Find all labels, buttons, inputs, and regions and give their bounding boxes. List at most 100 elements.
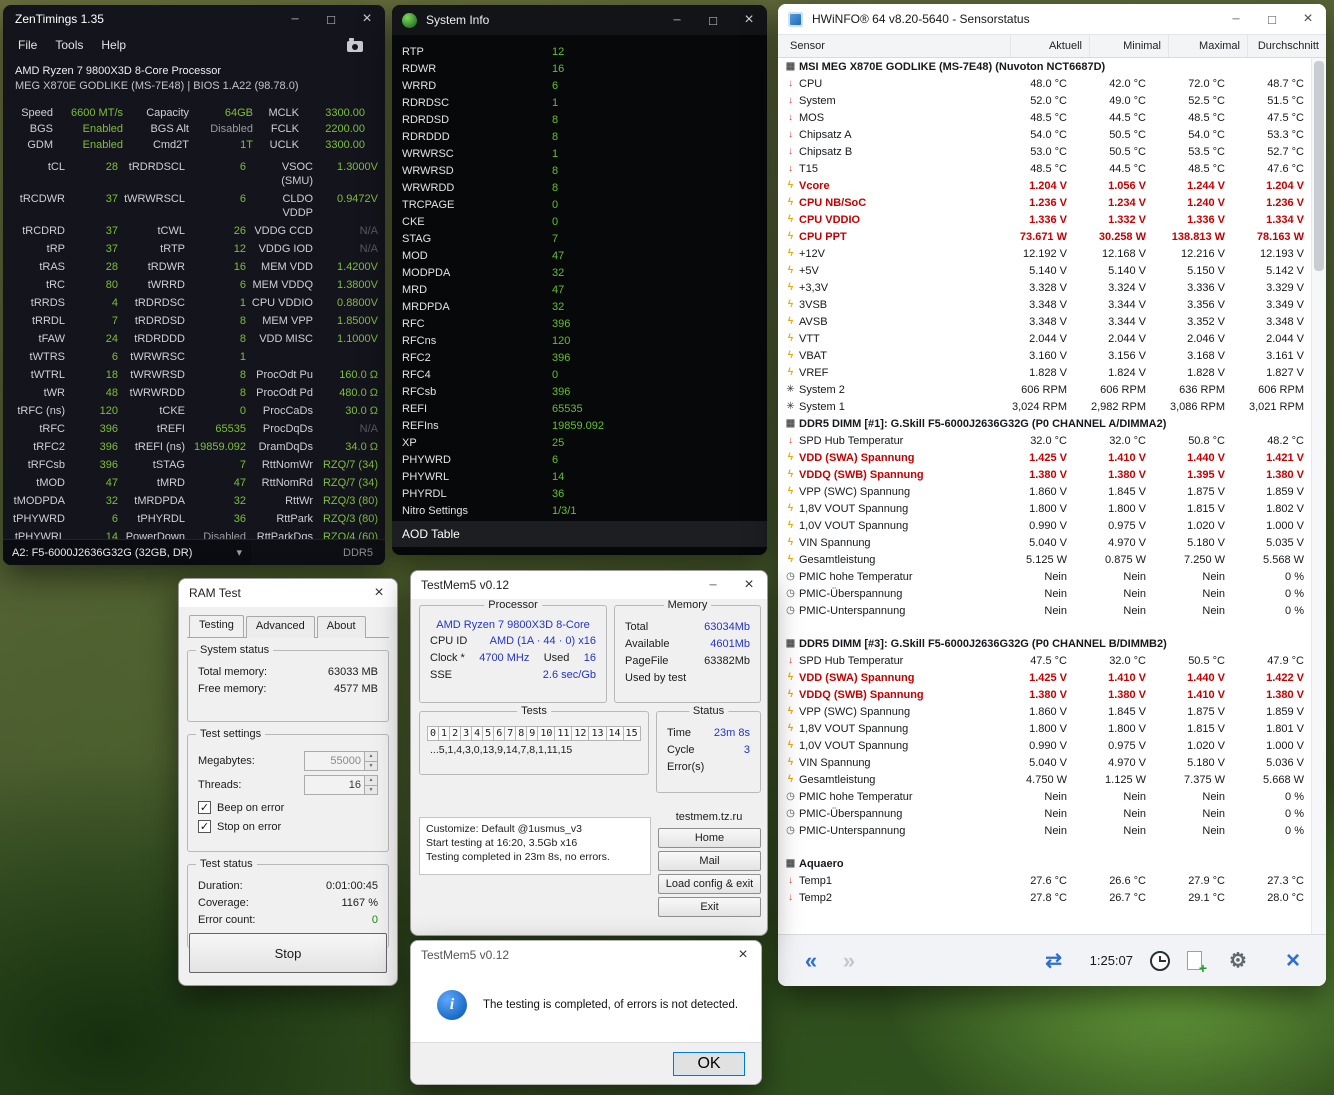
dimm-select[interactable]: A2: F5-6000J2636G32G (32GB, DR) [3,540,251,565]
sensor-row[interactable]: MOS 48.5 °C 44.5 °C 48.5 °C 47.5 °C [778,109,1311,126]
close-button[interactable] [349,5,385,33]
sensor-row[interactable]: Gesamtleistung 4.750 W 1.125 W 7.375 W 5… [778,771,1311,788]
sensor-row[interactable]: VREF 1.828 V 1.824 V 1.828 V 1.827 V [778,364,1311,381]
checkbox[interactable] [198,820,211,833]
sensor-row[interactable]: 1,0V VOUT Spannung 0.990 V 0.975 V 1.020… [778,517,1311,534]
sensor-row[interactable]: PMIC-Unterspannung Nein Nein Nein 0 % [778,822,1311,839]
sensor-row[interactable]: +12V 12.192 V 12.168 V 12.216 V 12.193 V [778,245,1311,262]
checkbox-row[interactable]: Stop on error [198,820,378,833]
sensor-row[interactable]: CPU VDDIO 1.336 V 1.332 V 1.336 V 1.334 … [778,211,1311,228]
close-sensors-icon[interactable] [1274,945,1312,977]
sensor-row[interactable]: PMIC-Überspannung Nein Nein Nein 0 % [778,805,1311,822]
column-sensor[interactable]: Sensor [778,40,1010,52]
sensor-row[interactable]: PMIC hohe Temperatur Nein Nein Nein 0 % [778,788,1311,805]
dialog-titlebar[interactable]: TestMem5 v0.12 [411,941,761,969]
stop-button[interactable]: Stop [189,933,387,973]
sensor-row[interactable]: PMIC hohe Temperatur Nein Nein Nein 0 % [778,568,1311,585]
menu-item[interactable]: Tools [46,36,92,54]
column-minimum[interactable]: Minimal [1089,35,1168,57]
aod-table-header[interactable]: AOD Table [392,521,767,547]
sensor-row[interactable]: Chipsatz A 54.0 °C 50.5 °C 54.0 °C 53.3 … [778,126,1311,143]
action-button[interactable]: Load config & exit [658,874,761,894]
sensor-column-header[interactable]: Sensor Aktuell Minimal Maximal Durchschn… [778,34,1326,58]
close-button[interactable] [725,941,761,969]
maximize-button[interactable] [313,5,349,33]
website-label[interactable]: testmem.tz.ru [656,811,762,823]
ramtest-titlebar[interactable]: RAM Test [179,579,397,607]
sensor-row[interactable]: T15 48.5 °C 44.5 °C 48.5 °C 47.6 °C [778,160,1311,177]
clock-icon[interactable] [1150,950,1170,971]
gear-icon[interactable] [1219,945,1257,977]
sync-icon[interactable] [1035,945,1073,977]
checkbox[interactable] [198,801,211,814]
sensor-section-header[interactable]: DDR5 DIMM [#3]: G.Skill F5-6000J2636G32G… [778,635,1311,652]
sensor-row[interactable]: +5V 5.140 V 5.140 V 5.150 V 5.142 V [778,262,1311,279]
sensor-row[interactable]: VDD (SWA) Spannung 1.425 V 1.410 V 1.440… [778,449,1311,466]
sensor-row[interactable]: Temp1 27.6 °C 26.6 °C 27.9 °C 27.3 °C [778,872,1311,889]
minimize-button[interactable] [1218,4,1254,34]
sensor-row[interactable]: Vcore 1.204 V 1.056 V 1.244 V 1.204 V [778,177,1311,194]
sensor-section-header[interactable]: DDR5 DIMM [#1]: G.Skill F5-6000J2636G32G… [778,415,1311,432]
minimize-button[interactable] [695,571,731,599]
sensor-row[interactable]: 1,0V VOUT Spannung 0.990 V 0.975 V 1.020… [778,737,1311,754]
column-maximum[interactable]: Maximal [1168,35,1247,57]
sensor-row[interactable]: 1,8V VOUT Spannung 1.800 V 1.800 V 1.815… [778,500,1311,517]
action-button[interactable]: Exit [658,897,761,917]
sensor-row[interactable]: PMIC-Unterspannung Nein Nein Nein 0 % [778,602,1311,619]
maximize-button[interactable] [1254,4,1290,34]
sensor-row[interactable]: VPP (SWC) Spannung 1.860 V 1.845 V 1.875… [778,483,1311,500]
close-button[interactable] [361,579,397,607]
spin-down-icon[interactable] [365,760,377,770]
scrollbar-thumb[interactable] [1314,61,1324,271]
report-add-icon[interactable] [1187,951,1207,976]
sensor-section-header[interactable]: Aquaero [778,855,1311,872]
megabytes-stepper[interactable]: 55000 [304,751,378,771]
sensor-row[interactable]: Chipsatz B 53.0 °C 50.5 °C 53.5 °C 52.7 … [778,143,1311,160]
sensor-row[interactable]: System 2 606 RPM 606 RPM 636 RPM 606 RPM [778,381,1311,398]
sensor-row[interactable]: VIN Spannung 5.040 V 4.970 V 5.180 V 5.0… [778,534,1311,551]
hwinfo-titlebar[interactable]: HWiNFO® 64 v8.20-5640 - Sensorstatus [778,4,1326,34]
minimize-button[interactable] [659,5,695,35]
close-button[interactable] [731,571,767,599]
column-current[interactable]: Aktuell [1010,35,1089,57]
ok-button[interactable]: OK [673,1051,745,1076]
sensor-section-header[interactable]: MSI MEG X870E GODLIKE (MS-7E48) (Nuvoton… [778,58,1311,75]
sensor-row[interactable]: CPU PPT 73.671 W 30.258 W 138.813 W 78.1… [778,228,1311,245]
sensor-row[interactable]: VTT 2.044 V 2.044 V 2.046 V 2.044 V [778,330,1311,347]
sensor-row[interactable]: SPD Hub Temperatur 47.5 °C 32.0 °C 50.5 … [778,652,1311,669]
threads-stepper[interactable]: 16 [304,775,378,795]
sensor-row[interactable]: System 1 3,024 RPM 2,982 RPM 3,086 RPM 3… [778,398,1311,415]
history-back-icon[interactable] [792,945,830,977]
sensor-row[interactable]: VPP (SWC) Spannung 1.860 V 1.845 V 1.875… [778,703,1311,720]
menu-item[interactable]: File [9,36,46,54]
sensor-row[interactable]: Temp2 27.8 °C 26.7 °C 29.1 °C 28.0 °C [778,889,1311,906]
system-info-titlebar[interactable]: System Info [392,5,767,35]
sensor-row[interactable]: VDD (SWA) Spannung 1.425 V 1.410 V 1.440… [778,669,1311,686]
spin-up-icon[interactable] [365,752,377,761]
tab[interactable]: Advanced [245,616,315,638]
sensor-row[interactable]: +3,3V 3.328 V 3.324 V 3.336 V 3.329 V [778,279,1311,296]
scrollbar[interactable] [1311,58,1326,934]
sensor-row[interactable]: CPU 48.0 °C 42.0 °C 72.0 °C 48.7 °C [778,75,1311,92]
spin-up-icon[interactable] [365,776,377,785]
sensor-row[interactable]: VIN Spannung 5.040 V 4.970 V 5.180 V 5.0… [778,754,1311,771]
sensor-row[interactable]: AVSB 3.348 V 3.344 V 3.352 V 3.348 V [778,313,1311,330]
sensor-row[interactable]: 3VSB 3.348 V 3.344 V 3.356 V 3.349 V [778,296,1311,313]
menu-item[interactable]: Help [92,36,135,54]
sensor-row[interactable]: System 52.0 °C 49.0 °C 52.5 °C 51.5 °C [778,92,1311,109]
action-button[interactable]: Home [658,828,761,848]
sensor-row[interactable]: VDDQ (SWB) Spannung 1.380 V 1.380 V 1.41… [778,686,1311,703]
zentimings-titlebar[interactable]: ZenTimings 1.35 [3,5,385,33]
close-button[interactable] [1290,4,1326,34]
sensor-row[interactable]: 1,8V VOUT Spannung 1.800 V 1.800 V 1.815… [778,720,1311,737]
screenshot-camera-icon[interactable] [347,38,363,52]
spin-down-icon[interactable] [365,784,377,794]
sensor-row[interactable]: SPD Hub Temperatur 32.0 °C 32.0 °C 50.8 … [778,432,1311,449]
sensor-row[interactable]: Gesamtleistung 5.125 W 0.875 W 7.250 W 5… [778,551,1311,568]
testmem5-titlebar[interactable]: TestMem5 v0.12 [411,571,767,599]
history-forward-icon[interactable] [830,945,868,977]
tab[interactable]: Testing [189,615,244,637]
sensor-row[interactable]: CPU NB/SoC 1.236 V 1.234 V 1.240 V 1.236… [778,194,1311,211]
close-button[interactable] [731,5,767,35]
minimize-button[interactable] [277,5,313,33]
